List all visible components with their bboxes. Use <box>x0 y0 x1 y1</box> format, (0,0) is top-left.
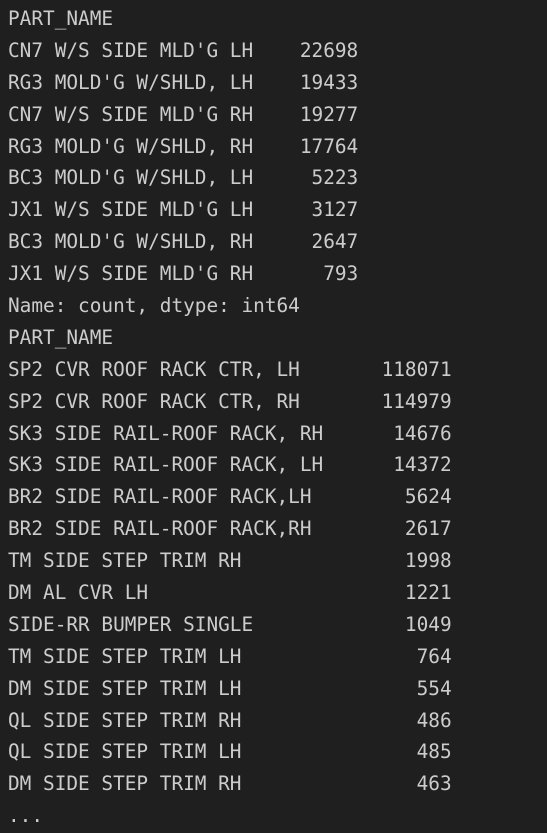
output-line: SK3 SIDE RAIL-ROOF RACK, RH 14676 <box>8 421 452 445</box>
output-line: BC3 MOLD'G W/SHLD, RH 2647 <box>8 230 359 254</box>
output-line: DM SIDE STEP TRIM LH 554 <box>8 676 452 700</box>
output-line: SK3 SIDE RAIL-ROOF RACK, LH 14372 <box>8 453 452 477</box>
output-line: QL SIDE STEP TRIM RH 486 <box>8 708 452 732</box>
output-line: JX1 W/S SIDE MLD'G LH 3127 <box>8 198 359 222</box>
output-line: TM SIDE STEP TRIM LH 764 <box>8 644 452 668</box>
output-line: BR2 SIDE RAIL-ROOF RACK,RH 2617 <box>8 517 452 541</box>
output-line: PART_NAME <box>8 7 114 30</box>
output-line: PART_NAME <box>8 325 114 349</box>
output-line: CN7 W/S SIDE MLD'G RH 19277 <box>8 102 359 126</box>
output-line: DM AL CVR LH 1221 <box>8 581 452 605</box>
output-line: JX1 W/S SIDE MLD'G RH 793 <box>8 262 359 286</box>
output-line: QL SIDE STEP TRIM LH 485 <box>8 740 452 764</box>
output-line: Name: count, dtype: int64 <box>8 294 300 318</box>
output-line: SP2 CVR ROOF RACK CTR, RH 114979 <box>8 389 452 413</box>
output-line: RG3 MOLD'G W/SHLD, LH 19433 <box>8 70 359 94</box>
output-line: RG3 MOLD'G W/SHLD, RH 17764 <box>8 134 359 158</box>
output-line: SIDE-RR BUMPER SINGLE 1049 <box>8 612 452 636</box>
output-line: DM SIDE STEP TRIM RH 463 <box>8 772 452 796</box>
output-line: BC3 MOLD'G W/SHLD, LH 5223 <box>8 166 359 190</box>
cell-output: PART_NAME CN7 W/S SIDE MLD'G LH 22698 RG… <box>8 3 543 832</box>
output-line: SP2 CVR ROOF RACK CTR, LH 118071 <box>8 357 452 381</box>
output-truncation-ellipsis: ... <box>8 804 44 828</box>
output-line: CN7 W/S SIDE MLD'G LH 22698 <box>8 38 359 62</box>
output-line: TM SIDE STEP TRIM RH 1998 <box>8 549 452 573</box>
output-line: BR2 SIDE RAIL-ROOF RACK,LH 5624 <box>8 485 452 509</box>
